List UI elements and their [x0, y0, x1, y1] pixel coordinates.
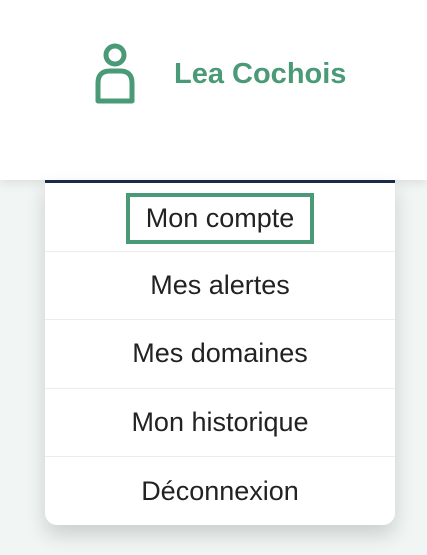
- site-header: Lea Cochois: [0, 0, 427, 180]
- menu-item-mon-compte[interactable]: Mon compte: [45, 183, 395, 252]
- account-dropdown-menu: Mon compte Mes alertes Mes domaines Mon …: [45, 180, 395, 525]
- menu-item-mes-alertes[interactable]: Mes alertes: [45, 252, 395, 320]
- menu-item-label: Mes domaines: [132, 338, 308, 369]
- menu-item-deconnexion[interactable]: Déconnexion: [45, 457, 395, 526]
- menu-item-label: Déconnexion: [141, 475, 299, 506]
- user-menu-toggle[interactable]: Lea Cochois: [88, 34, 346, 114]
- menu-item-mon-historique[interactable]: Mon historique: [45, 389, 395, 457]
- menu-item-label: Mon historique: [131, 406, 309, 437]
- menu-item-mes-domaines[interactable]: Mes domaines: [45, 320, 395, 389]
- user-name: Lea Cochois: [174, 57, 347, 90]
- menu-item-label: Mes alertes: [150, 269, 290, 300]
- menu-item-label: Mon compte: [125, 192, 315, 244]
- user-icon: [95, 43, 135, 104]
